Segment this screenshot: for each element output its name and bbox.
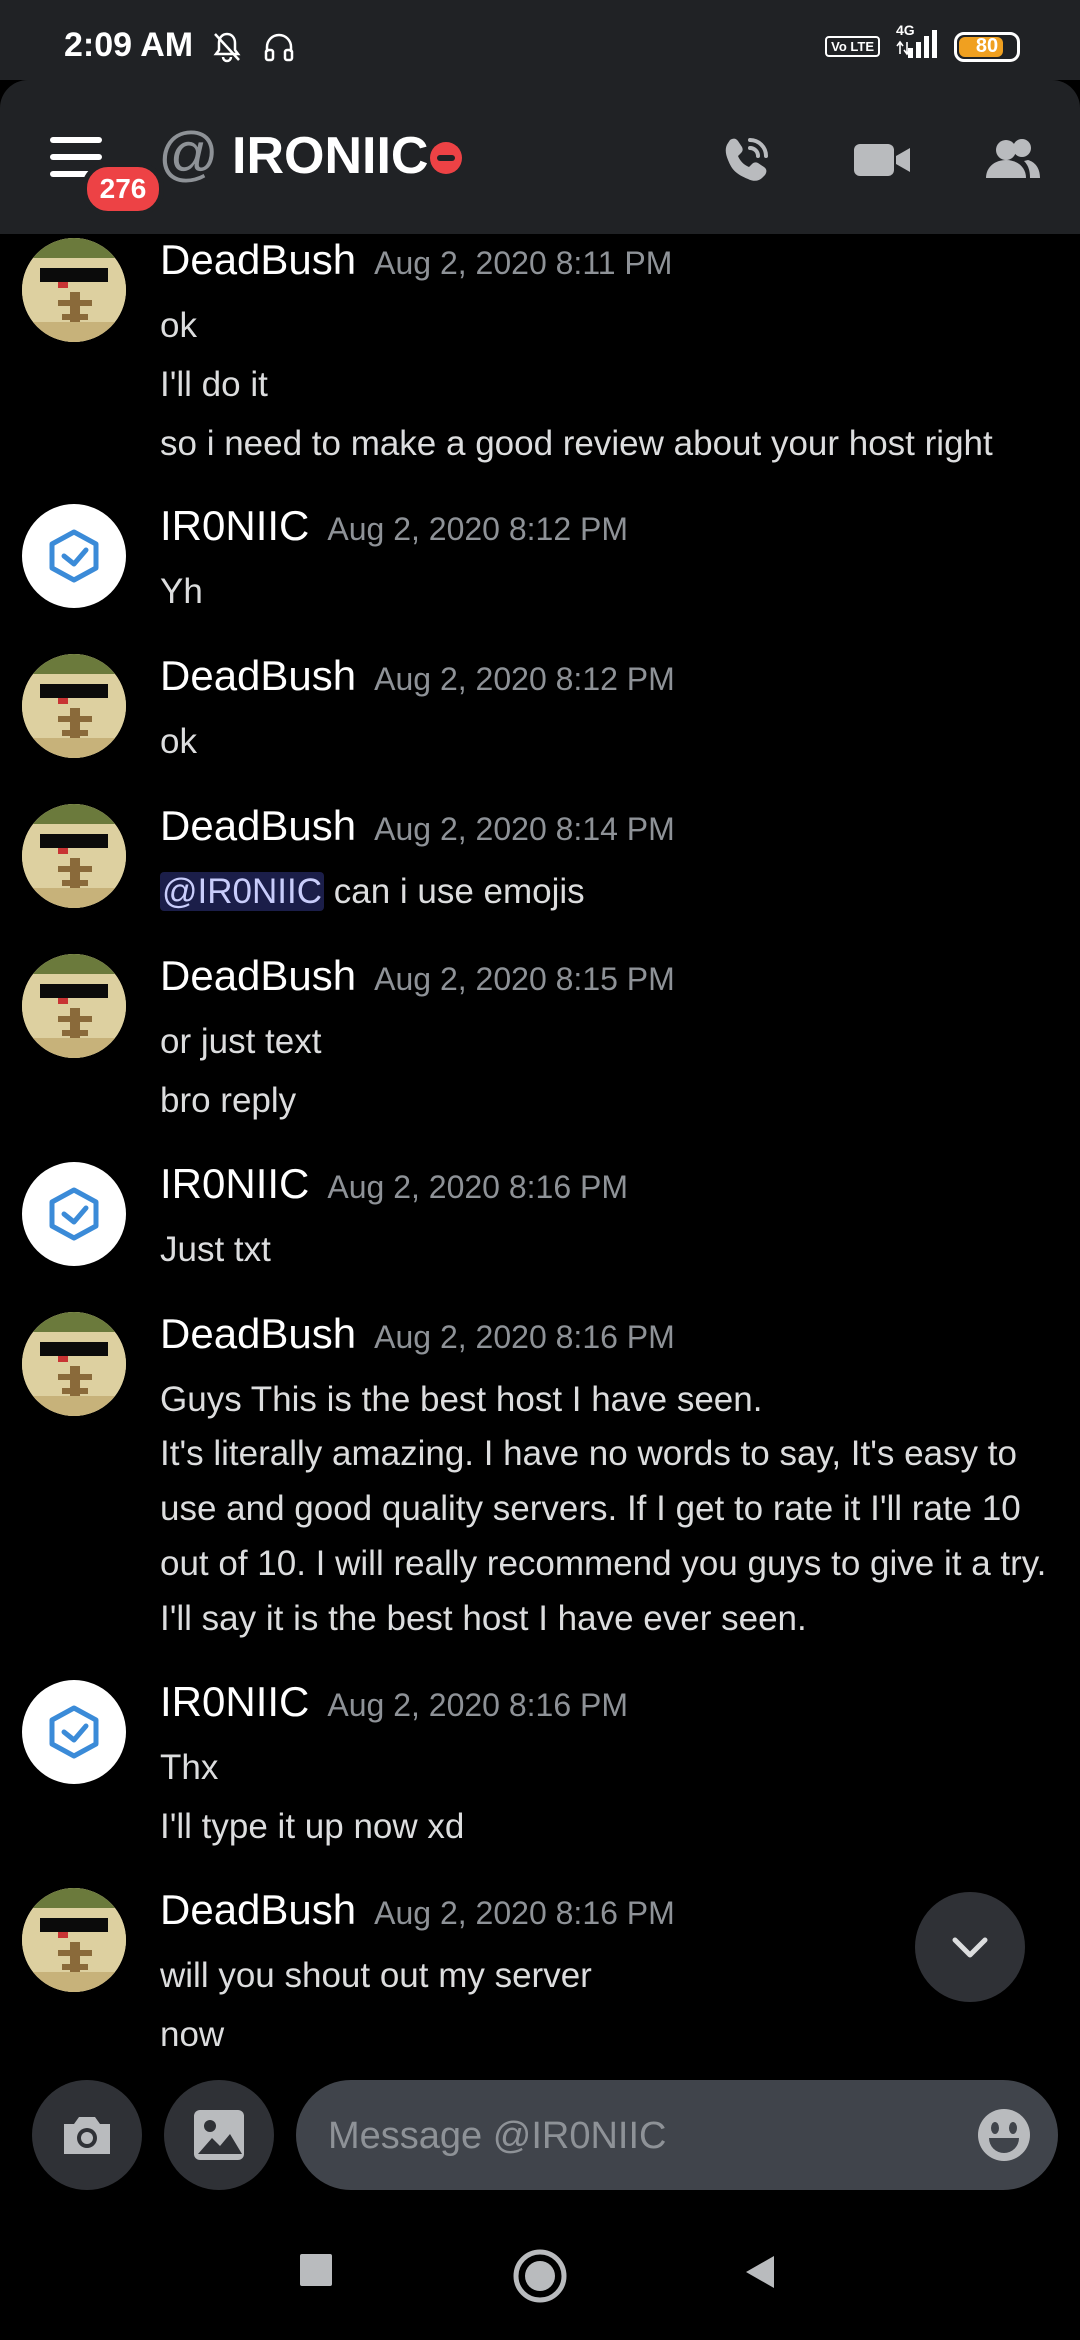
emoji-icon bbox=[978, 2109, 1030, 2161]
message-text: Thx bbox=[160, 1748, 219, 1787]
message-author[interactable]: IR0NIIC bbox=[160, 1678, 309, 1726]
gallery-button[interactable] bbox=[164, 2080, 274, 2190]
message-timestamp: Aug 2, 2020 8:16 PM bbox=[327, 1687, 629, 1723]
signal-icon: 4G bbox=[894, 22, 940, 65]
message-author[interactable]: IR0NIIC bbox=[160, 1160, 309, 1208]
back-button[interactable] bbox=[740, 2252, 780, 2297]
video-camera-icon bbox=[854, 144, 910, 176]
message-timestamp: Aug 2, 2020 8:16 PM bbox=[374, 1895, 675, 1931]
recents-button[interactable] bbox=[298, 2252, 334, 2293]
message-text: Just txt bbox=[160, 1230, 271, 1269]
message-text-content: can i use emojis bbox=[333, 872, 585, 911]
message-text: will you shout out my server bbox=[160, 1956, 592, 1995]
bell-off-icon bbox=[210, 30, 244, 69]
chevron-down-icon bbox=[952, 1937, 988, 1958]
message-author[interactable]: DeadBush bbox=[160, 952, 356, 1000]
avatar[interactable] bbox=[22, 238, 126, 342]
avatar[interactable] bbox=[22, 504, 126, 608]
message-text: now bbox=[160, 2015, 225, 2054]
square-icon bbox=[300, 2254, 332, 2286]
network-type: 4G bbox=[896, 22, 915, 38]
message-author[interactable]: DeadBush bbox=[160, 1310, 356, 1358]
user-mention[interactable]: @IR0NIIC bbox=[160, 872, 324, 911]
status-time: 2:09 AM bbox=[64, 26, 194, 64]
channel-header: 276 @ IRONIIC bbox=[0, 80, 1080, 234]
message-timestamp: Aug 2, 2020 8:12 PM bbox=[327, 511, 629, 547]
message-composer bbox=[0, 2060, 1080, 2210]
message-text: or just text bbox=[160, 1022, 322, 1061]
avatar[interactable] bbox=[22, 1680, 126, 1784]
ironiic-logo-icon bbox=[49, 1705, 99, 1759]
battery-level: 80 bbox=[975, 35, 999, 57]
message-text: @IR0NIIC can i use emojis bbox=[160, 872, 585, 912]
avatar[interactable] bbox=[22, 1162, 126, 1266]
message-author[interactable]: IR0NIIC bbox=[160, 502, 309, 550]
back-triangle-icon bbox=[746, 2256, 774, 2288]
message-author[interactable]: DeadBush bbox=[160, 1886, 356, 1934]
battery-indicator: 80 bbox=[954, 31, 1020, 62]
at-sign-icon: @ bbox=[158, 120, 219, 187]
camera-icon bbox=[64, 2117, 110, 2154]
unread-badge: 276 bbox=[82, 162, 164, 216]
ironiic-logo-icon bbox=[49, 529, 99, 583]
menu-icon-bar bbox=[50, 154, 102, 160]
message-text: so i need to make a good review about yo… bbox=[160, 424, 993, 463]
avatar[interactable] bbox=[22, 654, 126, 758]
members-button[interactable] bbox=[982, 130, 1042, 190]
message-text: bro reply bbox=[160, 1081, 297, 1120]
message-text: ok bbox=[160, 722, 197, 761]
message-timestamp: Aug 2, 2020 8:15 PM bbox=[374, 961, 675, 997]
message-input[interactable] bbox=[326, 2080, 930, 2192]
message-author[interactable]: DeadBush bbox=[160, 652, 356, 700]
members-icon bbox=[986, 139, 1040, 178]
image-icon bbox=[194, 2110, 244, 2160]
emoji-button[interactable] bbox=[976, 2107, 1032, 2163]
message-text: Yh bbox=[160, 572, 203, 611]
avatar[interactable] bbox=[22, 804, 126, 908]
message-timestamp: Aug 2, 2020 8:14 PM bbox=[374, 811, 675, 847]
video-call-button[interactable] bbox=[852, 130, 912, 190]
message-timestamp: Aug 2, 2020 8:16 PM bbox=[327, 1169, 629, 1205]
channel-title[interactable]: IRONIIC bbox=[232, 124, 428, 188]
message-author[interactable]: DeadBush bbox=[160, 802, 356, 850]
home-button[interactable] bbox=[512, 2248, 568, 2309]
message-timestamp: Aug 2, 2020 8:11 PM bbox=[374, 245, 673, 281]
message-paragraph: It's literally amazing. I have no words … bbox=[160, 1434, 1047, 1638]
message-input-container bbox=[296, 2080, 1058, 2192]
menu-icon-bar bbox=[50, 137, 102, 143]
phone-call-icon bbox=[725, 138, 768, 181]
message-text: I'll type it up now xd bbox=[160, 1807, 465, 1846]
avatar[interactable] bbox=[22, 1312, 126, 1416]
voice-call-button[interactable] bbox=[716, 130, 776, 190]
message-author[interactable]: DeadBush bbox=[160, 236, 356, 284]
message-text: Guys This is the best host I have seen. bbox=[160, 1380, 763, 1419]
system-nav-bar bbox=[0, 2210, 1080, 2340]
message-text: I'll do it bbox=[160, 365, 268, 404]
ironiic-logo-icon bbox=[49, 1187, 99, 1241]
message-text: ok bbox=[160, 306, 197, 345]
camera-button[interactable] bbox=[32, 2080, 142, 2190]
message-timestamp: Aug 2, 2020 8:16 PM bbox=[374, 1319, 675, 1355]
jump-to-latest-button[interactable] bbox=[915, 1892, 1025, 2002]
volte-indicator: Vo LTE bbox=[825, 36, 880, 57]
home-circle-icon bbox=[513, 2249, 567, 2303]
message-timestamp: Aug 2, 2020 8:12 PM bbox=[374, 661, 675, 697]
avatar[interactable] bbox=[22, 1888, 126, 1992]
headphones-icon bbox=[262, 30, 296, 69]
do-not-disturb-icon bbox=[430, 142, 462, 174]
status-bar: 2:09 AM Vo LTE 4G 80 bbox=[0, 0, 1080, 80]
avatar[interactable] bbox=[22, 954, 126, 1058]
